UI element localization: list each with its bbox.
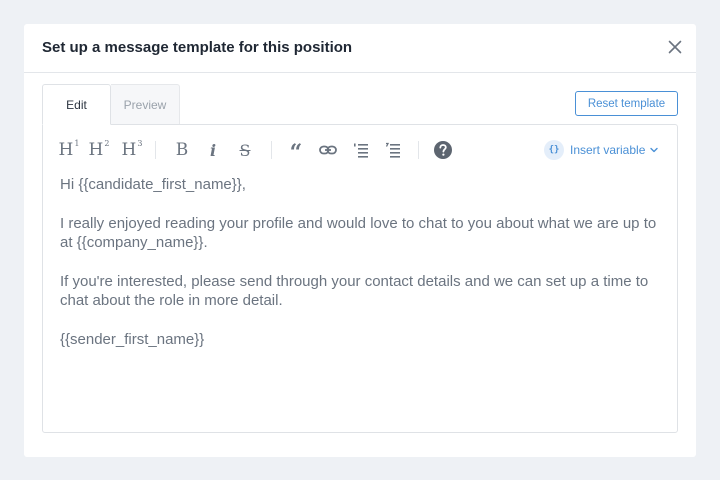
insert-variable-label: Insert variable — [570, 143, 646, 157]
heading-2-icon: H2 — [88, 139, 110, 160]
heading-1-icon: H1 — [58, 139, 80, 160]
request-paragraph: If you're interested, please send throug… — [60, 273, 649, 309]
link-icon — [319, 145, 337, 155]
heading-1-button[interactable]: H1 — [57, 139, 81, 160]
heading-2-sup: 2 — [104, 139, 110, 149]
formatting-toolbar: H1 H2 H3 B i S “ {} Insert variable — [43, 125, 677, 175]
heading-3-icon: H3 — [121, 139, 143, 160]
heading-2-button[interactable]: H2 — [87, 139, 111, 160]
help-icon — [434, 141, 452, 159]
heading-1-sup: 1 — [74, 139, 80, 149]
close-icon — [668, 40, 682, 54]
insert-variable-button[interactable]: {} Insert variable — [544, 140, 661, 160]
message-template-modal: Set up a message template for this posit… — [24, 24, 696, 457]
message-body[interactable]: Hi {{candidate_first_name}}, I really en… — [60, 175, 660, 369]
chevron-down-icon — [650, 147, 659, 153]
toolbar-divider — [418, 141, 419, 159]
bold-button[interactable]: B — [174, 140, 190, 160]
heading-3-sup: 3 — [137, 139, 143, 149]
strikethrough-icon: S — [239, 140, 251, 160]
italic-button[interactable]: i — [207, 140, 219, 160]
bulleted-list-icon — [385, 142, 400, 158]
variable-braces-icon: {} — [544, 140, 564, 160]
toolbar-divider — [271, 141, 272, 159]
heading-1-letter: H — [58, 140, 74, 160]
modal-header: Set up a message template for this posit… — [24, 24, 696, 73]
greeting-paragraph: Hi {{candidate_first_name}}, — [60, 176, 246, 193]
heading-3-letter: H — [121, 140, 137, 160]
quote-icon: “ — [289, 140, 303, 166]
intro-paragraph: I really enjoyed reading your profile an… — [60, 215, 657, 251]
italic-icon: i — [209, 140, 217, 160]
help-button[interactable] — [433, 140, 453, 160]
modal-title: Set up a message template for this posit… — [42, 39, 353, 56]
bulleted-list-button[interactable] — [384, 140, 402, 160]
signature-paragraph: {{sender_first_name}} — [60, 331, 205, 348]
strikethrough-button[interactable]: S — [238, 140, 252, 160]
toolbar-divider — [155, 141, 156, 159]
close-button[interactable] — [665, 37, 685, 57]
bold-icon: B — [175, 140, 189, 160]
blockquote-button[interactable]: “ — [288, 140, 304, 166]
heading-2-letter: H — [88, 140, 104, 160]
template-editor: H1 H2 H3 B i S “ {} Insert variable Hi {… — [42, 124, 678, 433]
heading-3-button[interactable]: H3 — [120, 139, 144, 160]
tab-edit[interactable]: Edit — [42, 84, 111, 125]
numbered-list-button[interactable] — [352, 140, 370, 160]
numbered-list-icon — [354, 143, 368, 158]
link-button[interactable] — [318, 140, 338, 160]
reset-template-button[interactable]: Reset template — [575, 91, 678, 116]
tab-preview[interactable]: Preview — [111, 84, 180, 125]
